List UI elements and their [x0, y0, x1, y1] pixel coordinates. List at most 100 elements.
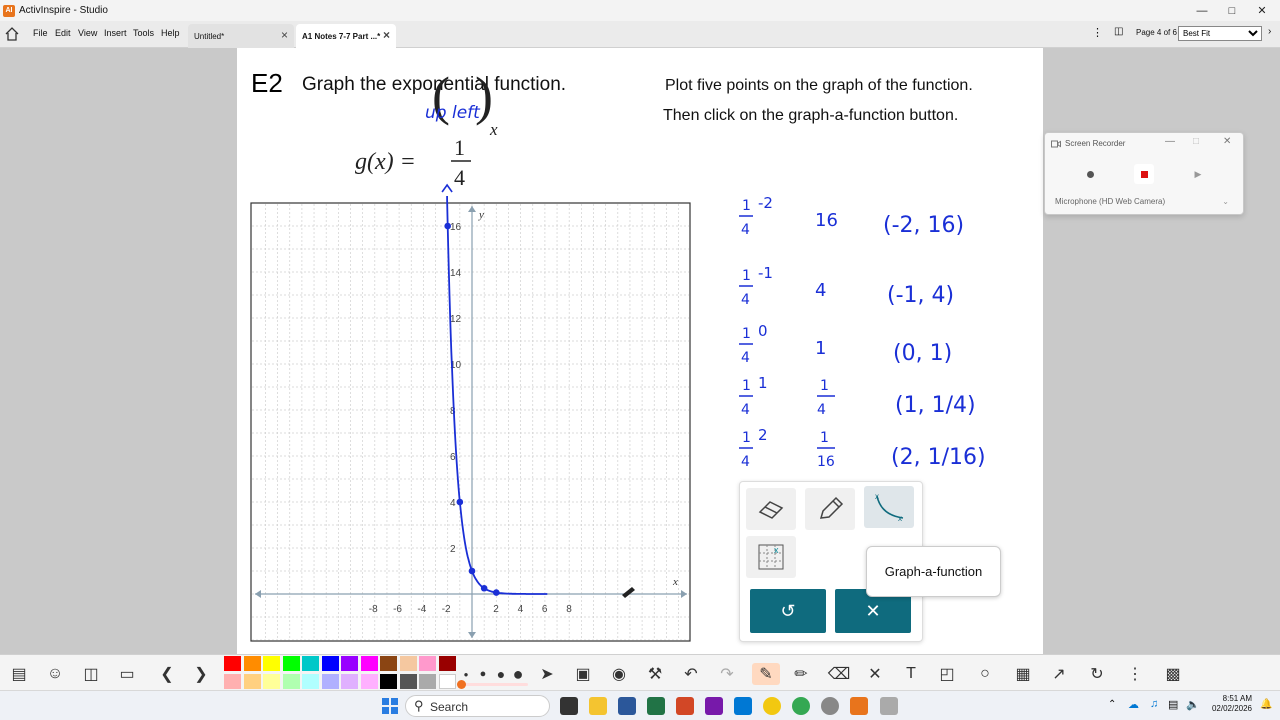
menu-view[interactable]: View [78, 28, 97, 38]
notification-icon[interactable]: 🔔 [1260, 699, 1272, 710]
color-swatch[interactable] [419, 656, 436, 671]
highlighter-icon[interactable]: ✏ [790, 663, 812, 685]
eraser-tool-button[interactable] [746, 488, 796, 530]
more-tools-icon[interactable]: ⋮ [1124, 663, 1146, 685]
eraser-toolbar-icon[interactable]: ⌫ [828, 663, 851, 685]
color-swatch[interactable] [399, 656, 417, 671]
camera-capture-icon[interactable]: ▣ [572, 663, 594, 685]
text-tool-icon[interactable]: T [900, 663, 922, 685]
app-icon[interactable] [763, 697, 781, 715]
menu-insert[interactable]: Insert [104, 28, 127, 38]
group-icon[interactable]: ▦ [1012, 663, 1034, 685]
camera-icon[interactable]: ◉ [608, 663, 630, 685]
close-window-button[interactable]: ✕ [1246, 0, 1278, 21]
previous-page-icon[interactable]: ❮ [156, 663, 178, 685]
maximize-button[interactable]: □ [1216, 0, 1248, 21]
color-swatch[interactable] [341, 656, 358, 671]
screen-recorder-window[interactable]: Screen Recorder — □ ✕ ▶ Microphone (HD W… [1044, 132, 1244, 215]
volume-icon[interactable]: 🔈 [1186, 698, 1200, 711]
color-swatch[interactable] [282, 674, 300, 689]
windows-start-icon[interactable] [382, 698, 398, 714]
undo-toolbar-icon[interactable]: ↶ [680, 663, 702, 685]
desktop-icon[interactable]: ▭ [116, 663, 138, 685]
recorder-minimize-icon[interactable]: — [1165, 136, 1175, 147]
page-reset-icon[interactable]: ↻ [1086, 663, 1108, 685]
microphone-select[interactable]: Microphone (HD Web Camera) ⌄ [1055, 197, 1235, 206]
play-icon[interactable]: ▶ [1188, 164, 1208, 184]
outlook-icon[interactable] [734, 697, 752, 715]
more-options-icon[interactable]: ⋮ [1092, 26, 1103, 39]
undo-button[interactable]: ↺ [750, 589, 826, 633]
tools-icon[interactable]: ⚒ [644, 663, 666, 685]
color-swatch[interactable] [224, 656, 241, 671]
color-swatch[interactable] [302, 656, 319, 671]
color-swatch[interactable] [438, 674, 456, 689]
color-swatch[interactable] [380, 674, 397, 689]
home-icon[interactable] [4, 26, 20, 42]
color-swatch[interactable] [341, 674, 358, 689]
redo-toolbar-icon[interactable]: ↷ [716, 663, 738, 685]
word-icon[interactable] [618, 697, 636, 715]
stop-record-button[interactable] [1134, 164, 1154, 184]
color-swatch[interactable] [360, 674, 378, 689]
color-swatch[interactable] [263, 656, 280, 671]
chrome-icon[interactable] [792, 697, 810, 715]
graph-a-function-button[interactable]: xx [864, 486, 914, 528]
magic-ink-icon[interactable]: ✕ [864, 663, 886, 685]
menu-edit[interactable]: Edit [55, 28, 71, 38]
color-swatch[interactable] [360, 656, 378, 671]
grid-point-tool-button[interactable]: x [746, 536, 796, 578]
close-tab-icon[interactable]: × [281, 28, 288, 42]
color-swatch[interactable] [224, 674, 241, 689]
color-swatch[interactable] [243, 656, 261, 671]
menu-help[interactable]: Help [161, 28, 180, 38]
onenote-icon[interactable] [705, 697, 723, 715]
zoom-select[interactable]: Best Fit [1178, 26, 1262, 41]
color-swatch[interactable] [243, 674, 261, 689]
minimize-button[interactable]: — [1186, 0, 1218, 21]
close-tab-icon[interactable]: × [383, 28, 390, 42]
connector-icon[interactable]: ↗ [1048, 663, 1070, 685]
menu-tools[interactable]: Tools [133, 28, 154, 38]
record-dot-icon[interactable] [1080, 164, 1100, 184]
fill-icon[interactable]: ◰ [936, 663, 958, 685]
color-swatch[interactable] [380, 656, 397, 671]
color-swatch[interactable] [438, 656, 456, 671]
recorder-close-icon[interactable]: ✕ [1223, 136, 1231, 147]
powerpoint-icon[interactable] [676, 697, 694, 715]
network-icon[interactable]: ▤ [1168, 698, 1178, 711]
coordinate-grid[interactable]: xy-8 -6 -4 -2 2 4 6 8246810121416 [250, 183, 691, 642]
select-pointer-icon[interactable]: ➤ [536, 663, 558, 685]
slider-thumb[interactable] [457, 680, 466, 689]
camera-app-icon[interactable] [880, 697, 898, 715]
color-swatch[interactable] [263, 674, 280, 689]
color-swatch[interactable] [302, 674, 319, 689]
taskbar-search[interactable]: ⚲ Search [405, 695, 550, 717]
pen-width-slider[interactable] [457, 680, 528, 689]
chevron-icon[interactable]: › [1268, 26, 1271, 37]
tab-a1-notes[interactable]: A1 Notes 7-7 Part ...* × [296, 24, 396, 48]
next-page-icon[interactable]: ❯ [190, 663, 212, 685]
chevron-up-icon[interactable]: ⌃ [1108, 699, 1116, 710]
terminal-icon[interactable] [560, 697, 578, 715]
dual-user-icon[interactable]: ▩ [1160, 663, 1186, 685]
file-explorer-icon[interactable] [589, 697, 607, 715]
user-switch-icon[interactable]: ☺ [44, 663, 66, 685]
menu-file[interactable]: File [33, 28, 48, 38]
color-swatch[interactable] [282, 656, 300, 671]
browser-icon[interactable]: ◫ [80, 663, 102, 685]
pen-tool-button[interactable] [805, 488, 855, 530]
color-swatch[interactable] [399, 674, 417, 689]
shape-icon[interactable]: ○ [974, 663, 996, 685]
page-view-icon[interactable]: ◫ [1114, 26, 1123, 37]
microphone-icon[interactable]: ♫ [1150, 698, 1158, 710]
excel-icon[interactable] [647, 697, 665, 715]
menu-box-icon[interactable]: ▤ [6, 663, 32, 685]
taskbar-clock[interactable]: 8:51 AM 02/02/2026 [1206, 694, 1252, 714]
pen-size-xlarge-icon[interactable]: ● [507, 663, 529, 685]
tab-untitled[interactable]: Untitled* × [188, 24, 294, 48]
color-swatch[interactable] [321, 656, 339, 671]
onedrive-icon[interactable]: ☁ [1128, 698, 1139, 711]
recorder-maximize-icon[interactable]: □ [1193, 136, 1199, 147]
pen-tool-icon[interactable]: ✎ [752, 663, 780, 685]
